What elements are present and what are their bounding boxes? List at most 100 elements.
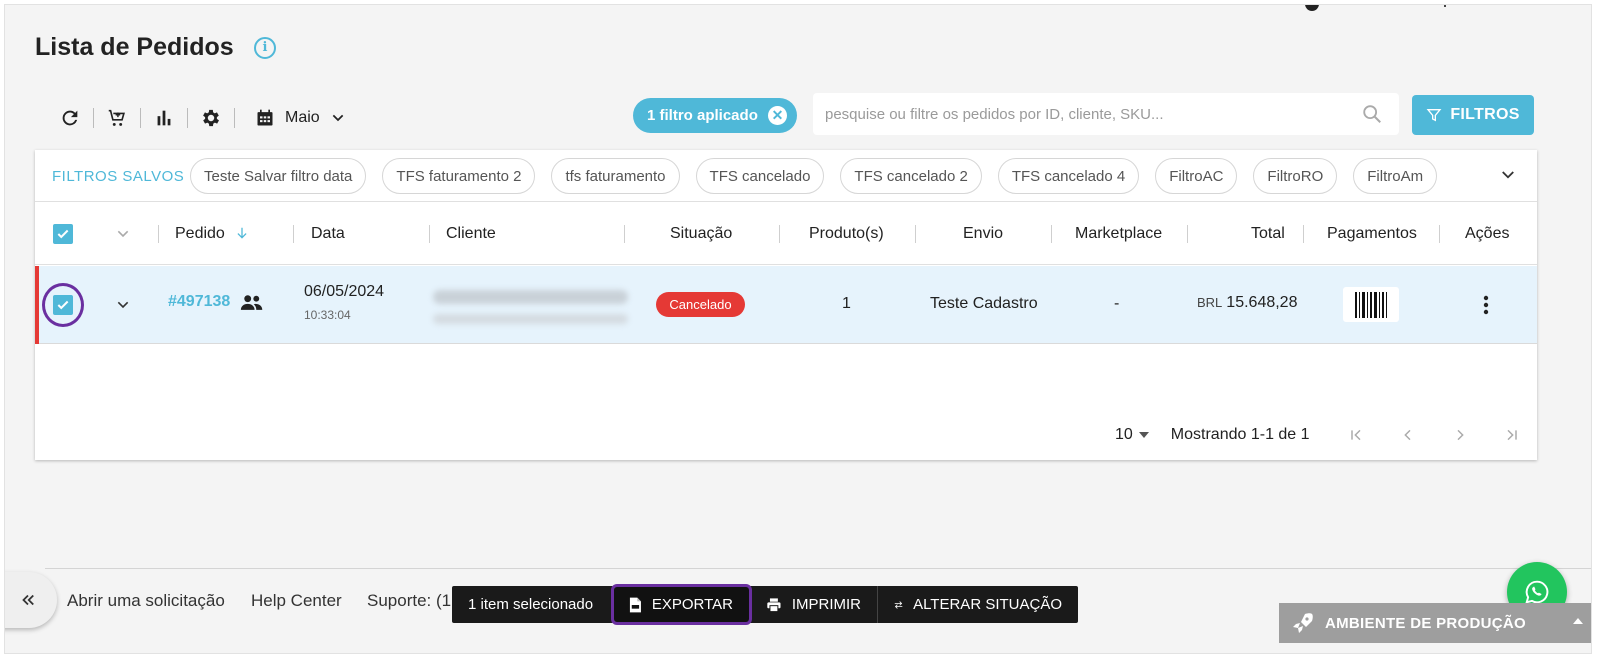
column-divider xyxy=(429,225,430,243)
avatar[interactable] xyxy=(1305,5,1319,11)
column-header-envio[interactable]: Envio xyxy=(963,224,1003,244)
row-actions-icon[interactable] xyxy=(1475,291,1497,319)
printer-icon xyxy=(767,597,781,612)
product-count: 1 xyxy=(842,295,851,312)
saved-filter-chip[interactable]: FiltroRO xyxy=(1253,158,1338,194)
toolbar-divider xyxy=(140,108,141,128)
column-divider xyxy=(158,225,159,243)
print-button[interactable]: IMPRIMIR xyxy=(750,586,878,623)
table-header: Pedido Data Cliente Situação Produto(s) … xyxy=(35,203,1537,265)
bulk-expand-icon[interactable] xyxy=(115,226,131,247)
column-divider xyxy=(1439,225,1440,243)
table-row[interactable]: #497138 06/05/2024 10:33:04 Cancelado 1 … xyxy=(35,266,1537,344)
saved-filter-chip[interactable]: TFS faturamento 2 xyxy=(382,158,536,194)
applied-filter-chip[interactable]: 1 filtro aplicado ✕ xyxy=(633,98,797,133)
saved-filters-list: Teste Salvar filtro data TFS faturamento… xyxy=(190,158,1438,194)
refresh-icon[interactable] xyxy=(55,103,85,133)
search-box xyxy=(813,93,1399,135)
client-name-redacted xyxy=(433,290,628,304)
funnel-icon xyxy=(1426,109,1442,122)
status-badge: Cancelado xyxy=(656,292,745,317)
order-total: BRL 15.648,28 xyxy=(1197,294,1297,312)
column-header-produtos[interactable]: Produto(s) xyxy=(809,224,884,244)
column-header-pagamentos[interactable]: Pagamentos xyxy=(1327,224,1417,244)
selected-count-label: 1 item selecionado xyxy=(468,596,594,613)
export-label: EXPORTAR xyxy=(651,596,733,613)
select-all-checkbox[interactable] xyxy=(53,224,73,244)
change-status-button[interactable]: ALTERAR SITUAÇÃO xyxy=(878,586,1078,623)
help-center-link[interactable]: Help Center xyxy=(251,591,342,611)
page-title: Lista de Pedidos xyxy=(35,33,234,61)
shipping-method: Teste Cadastro xyxy=(930,295,1038,312)
column-divider xyxy=(293,225,294,243)
saved-filter-chip[interactable]: TFS cancelado xyxy=(695,158,825,194)
page-size-select[interactable]: 10 xyxy=(1115,426,1149,444)
chevron-down-icon xyxy=(332,114,343,122)
currency-code: BRL xyxy=(1197,295,1223,310)
column-header-situacao[interactable]: Situação xyxy=(670,224,732,244)
open-request-link[interactable]: Abrir uma solicitação xyxy=(67,591,225,611)
footer-divider xyxy=(45,568,1591,569)
column-header-marketplace[interactable]: Marketplace xyxy=(1075,224,1162,244)
column-divider xyxy=(624,225,625,243)
column-header-cliente[interactable]: Cliente xyxy=(446,224,496,244)
month-selector[interactable]: Maio xyxy=(255,108,346,128)
expand-saved-filters-icon[interactable] xyxy=(1499,166,1517,189)
row-checkbox[interactable] xyxy=(53,295,73,315)
month-label: Maio xyxy=(285,109,320,126)
client-email-redacted xyxy=(433,314,628,324)
first-page-icon[interactable] xyxy=(1340,424,1372,446)
bulk-action-bar: 1 item selecionado EXPORTAR IMPRIMIR ALT… xyxy=(452,584,1078,625)
applied-filter-label: 1 filtro aplicado xyxy=(647,107,758,124)
top-menu-fragment xyxy=(1441,5,1446,7)
toolbar: Maio xyxy=(55,103,346,133)
saved-filter-chip[interactable]: FiltroAm xyxy=(1353,158,1438,194)
barcode-icon[interactable] xyxy=(1343,287,1399,322)
clear-filter-icon[interactable]: ✕ xyxy=(768,106,787,125)
gear-icon[interactable] xyxy=(196,103,226,133)
orders-card: FILTROS SALVOS Teste Salvar filtro data … xyxy=(35,150,1537,460)
sort-down-icon xyxy=(237,227,247,239)
column-divider xyxy=(1051,225,1052,243)
collapse-sidebar-button[interactable] xyxy=(5,572,57,628)
saved-filter-chip[interactable]: tfs faturamento xyxy=(551,158,680,194)
next-page-icon[interactable] xyxy=(1444,424,1476,446)
csv-file-icon xyxy=(629,597,641,612)
saved-filter-chip[interactable]: FiltroAC xyxy=(1155,158,1238,194)
toolbar-divider xyxy=(234,108,235,128)
saved-filter-chip[interactable]: Teste Salvar filtro data xyxy=(190,158,367,194)
column-header-data[interactable]: Data xyxy=(311,224,345,244)
saved-filter-chip[interactable]: TFS cancelado 2 xyxy=(840,158,982,194)
support-link[interactable]: Suporte: (1 xyxy=(367,591,451,611)
pagination-info: Mostrando 1-1 de 1 xyxy=(1170,426,1310,443)
toolbar-divider xyxy=(93,108,94,128)
column-header-pedido-label: Pedido xyxy=(175,225,225,242)
people-icon xyxy=(240,293,264,318)
search-icon[interactable] xyxy=(1361,103,1383,130)
bar-chart-icon[interactable] xyxy=(149,103,179,133)
cart-add-icon[interactable] xyxy=(102,103,132,133)
toolbar-divider xyxy=(187,108,188,128)
caret-up-icon xyxy=(1573,618,1583,624)
last-page-icon[interactable] xyxy=(1496,424,1528,446)
column-divider xyxy=(779,225,780,243)
search-input[interactable] xyxy=(825,105,1345,123)
column-divider xyxy=(1303,225,1304,243)
column-header-pedido[interactable]: Pedido xyxy=(175,224,249,244)
prev-page-icon[interactable] xyxy=(1392,424,1424,446)
environment-bar[interactable]: AMBIENTE DE PRODUÇÃO xyxy=(1279,603,1591,643)
order-id-link[interactable]: #497138 xyxy=(168,293,230,311)
order-time: 10:33:04 xyxy=(304,308,351,322)
marketplace-value: - xyxy=(1114,295,1120,312)
print-label: IMPRIMIR xyxy=(791,596,861,613)
environment-label: AMBIENTE DE PRODUÇÃO xyxy=(1325,614,1527,632)
export-button[interactable]: EXPORTAR xyxy=(611,584,752,625)
filters-button[interactable]: FILTROS xyxy=(1412,95,1534,135)
row-expand-icon[interactable] xyxy=(115,297,131,318)
row-status-stripe xyxy=(35,266,39,344)
pagination: 10 Mostrando 1-1 de 1 xyxy=(1115,424,1528,446)
saved-filter-chip[interactable]: TFS cancelado 4 xyxy=(997,158,1140,194)
app-frame: Lista de Pedidos i Maio 1 filtro aplicad… xyxy=(4,4,1592,654)
column-header-total[interactable]: Total xyxy=(1251,224,1285,244)
info-icon[interactable]: i xyxy=(254,37,276,59)
